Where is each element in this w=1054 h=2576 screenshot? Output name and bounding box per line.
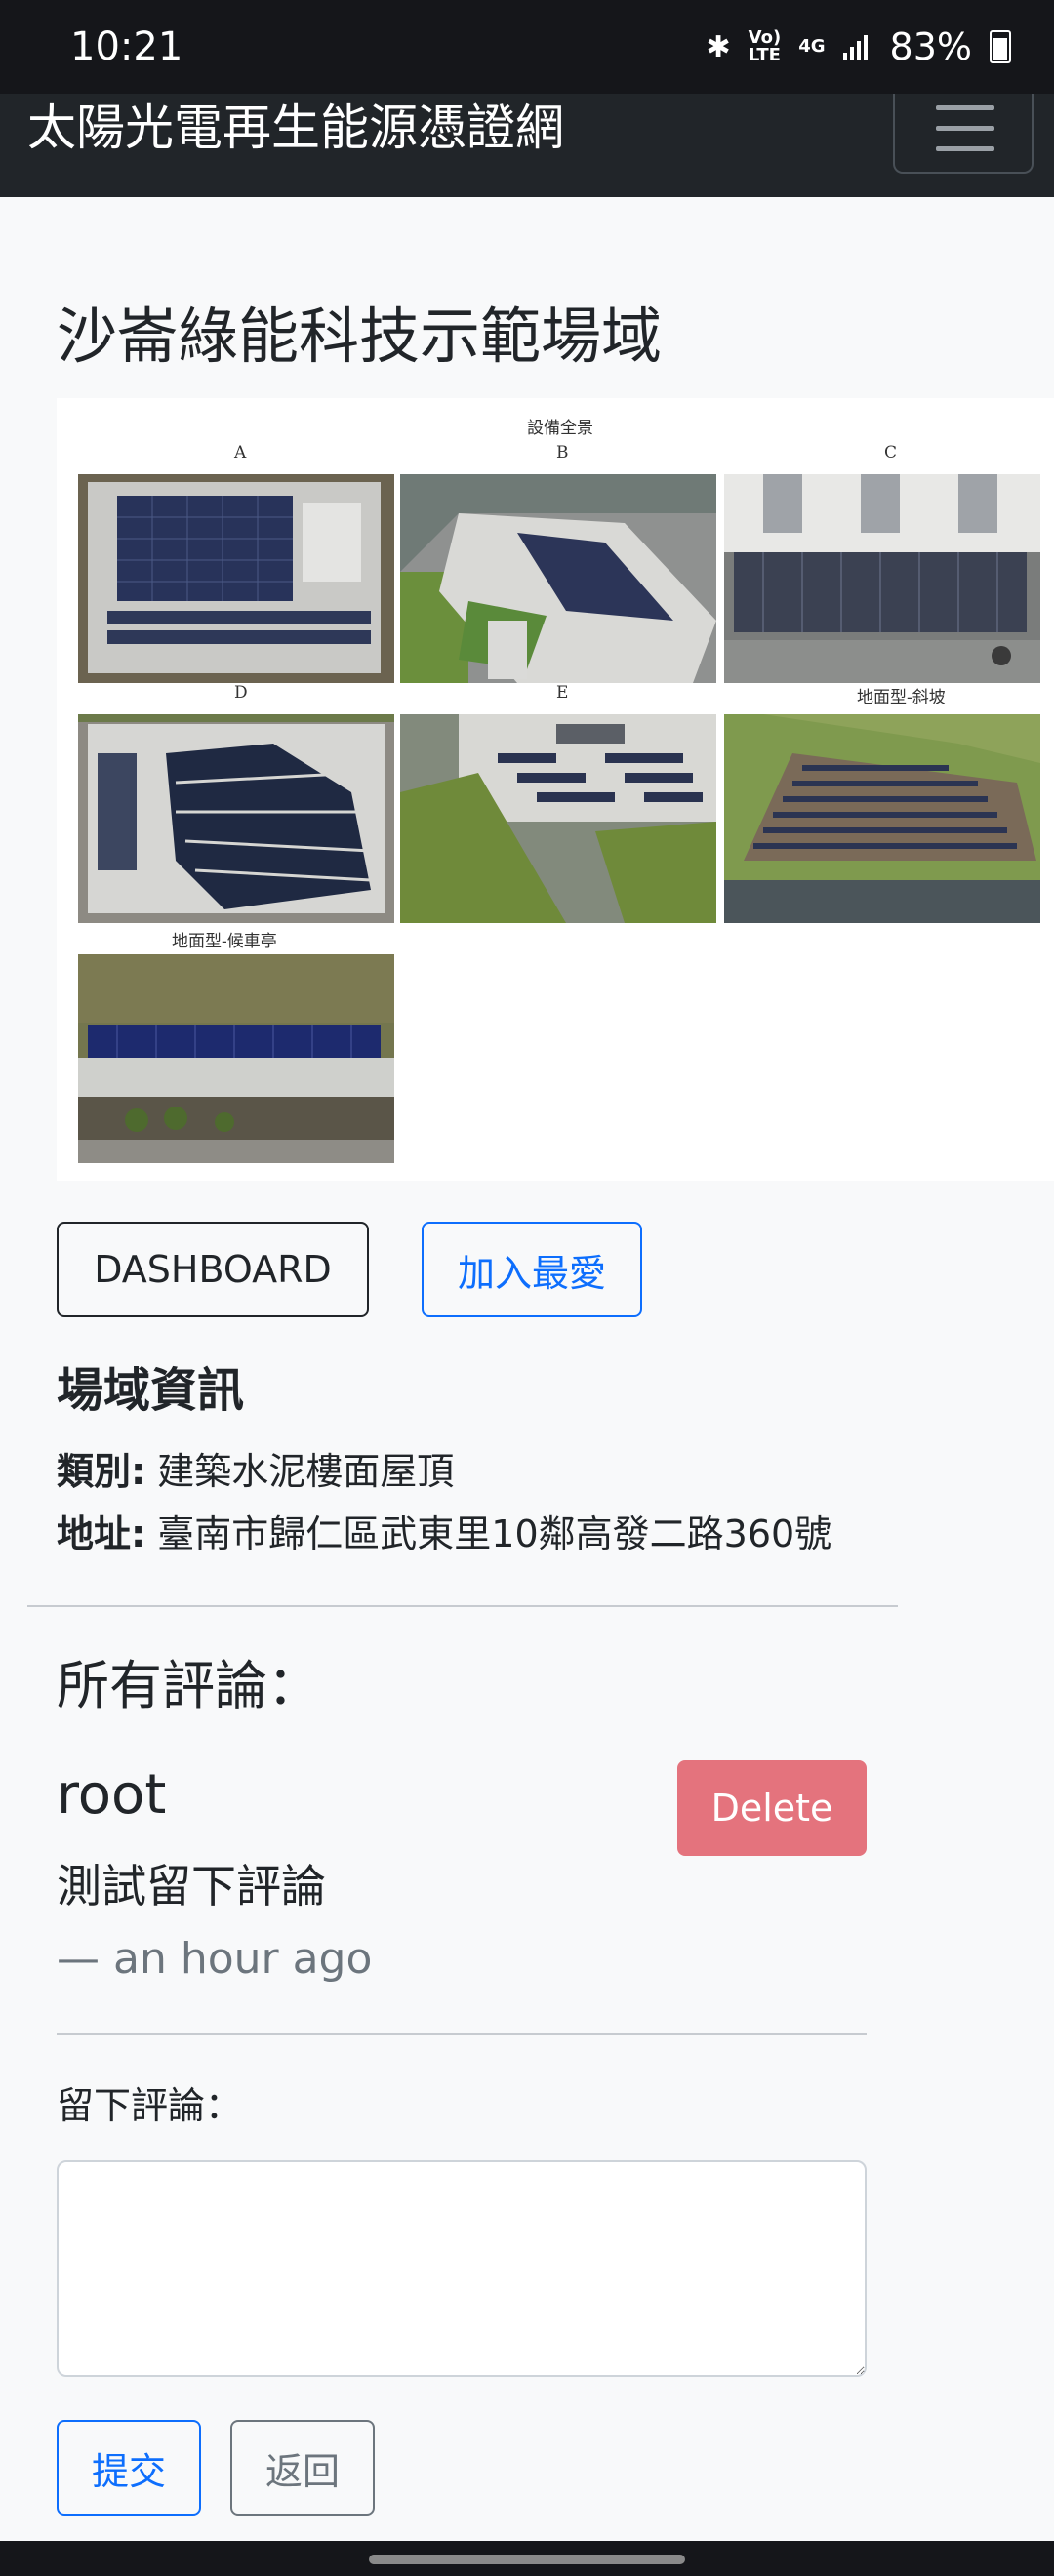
volte-icon: Vo) LTE [748, 27, 782, 65]
category-value: 建築水泥樓面屋頂 [157, 1450, 455, 1493]
photo-a [78, 474, 394, 683]
photo-label-bus-stop: 地面型-候車亭 [172, 932, 277, 951]
comment-author: root [57, 1763, 167, 1827]
signal-icon [842, 35, 868, 60]
site-address: 地址: 臺南市歸仁區武東里10鄰高發二路360號 [57, 1507, 831, 1561]
back-button[interactable]: 返回 [230, 2420, 375, 2516]
address-label: 地址: [57, 1512, 146, 1555]
section-divider [27, 1605, 898, 1607]
site-info-heading: 場域資訊 [57, 1363, 245, 1418]
comment-time: — an hour ago [57, 1934, 373, 1984]
site-category: 類別: 建築水泥樓面屋頂 [57, 1444, 454, 1499]
navbar-brand[interactable]: 太陽光電再生能源憑證網 [27, 94, 564, 162]
bluetooth-icon: ✱ [706, 29, 731, 64]
delete-comment-button[interactable]: Delete [677, 1760, 867, 1856]
photo-label-a: A [234, 443, 247, 463]
status-time: 10:21 [70, 24, 183, 69]
category-label: 類別: [57, 1450, 146, 1493]
submit-button[interactable]: 提交 [57, 2420, 201, 2516]
photo-slope [724, 714, 1040, 923]
status-bar: 10:21 ✱ Vo) LTE 4G 83% [0, 0, 1054, 94]
comment-text: 測試留下評論 [57, 1860, 326, 1912]
navbar: 太陽光電再生能源憑證網 [0, 94, 1054, 197]
home-indicator[interactable] [369, 2555, 685, 2564]
photo-b [400, 474, 716, 683]
menu-toggle-button[interactable] [893, 94, 1034, 174]
gesture-bar [0, 2541, 1054, 2576]
photo-bus-stop [78, 954, 394, 1163]
network-4g-icon: 4G [798, 36, 826, 57]
photo-label-c: C [884, 443, 898, 463]
status-icons: ✱ Vo) LTE 4G 83% [707, 25, 1011, 68]
photo-d [78, 714, 394, 923]
photo-e [400, 714, 716, 923]
site-photo: 設備全景 A B C D E 地面型-斜坡 地面型-候車亭 [57, 398, 1054, 1181]
photo-c [724, 474, 1040, 683]
add-favorite-button[interactable]: 加入最愛 [422, 1222, 642, 1317]
dashboard-button[interactable]: DASHBOARD [57, 1222, 369, 1317]
photo-label-d: D [234, 683, 248, 703]
photo-label-b: B [556, 443, 569, 463]
battery-percent: 83% [889, 25, 972, 68]
hamburger-icon [936, 105, 994, 110]
comment-form-label: 留下評論： [57, 2084, 243, 2127]
comment-input[interactable] [57, 2160, 867, 2377]
photo-label-e: E [556, 683, 569, 703]
comment-divider [57, 2033, 867, 2035]
figure-caption: 設備全景 [527, 419, 593, 438]
battery-icon [990, 30, 1011, 63]
page-title: 沙崙綠能科技示範場域 [57, 301, 663, 372]
comments-heading: 所有評論： [57, 1655, 320, 1716]
photo-label-slope: 地面型-斜坡 [857, 688, 946, 707]
address-value: 臺南市歸仁區武東里10鄰高發二路360號 [157, 1512, 832, 1555]
